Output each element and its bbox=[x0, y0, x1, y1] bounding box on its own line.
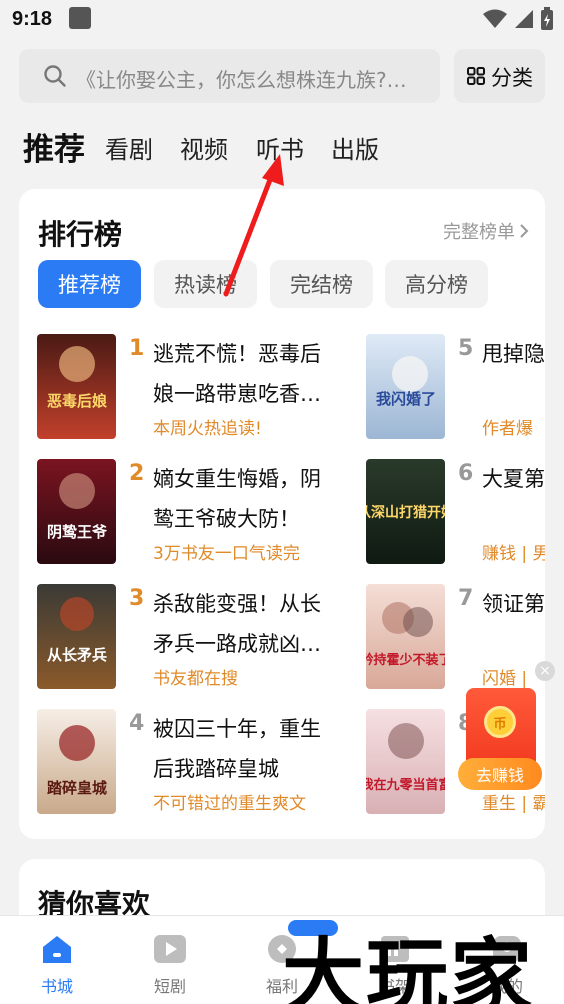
nav-short-drama[interactable]: 短剧 bbox=[125, 916, 215, 1004]
nav-label: 书城 bbox=[40, 977, 73, 996]
coin-icon: 币 bbox=[484, 706, 516, 738]
nav-label: 短剧 bbox=[153, 977, 186, 996]
earn-money-button[interactable]: 去赚钱 bbox=[458, 758, 542, 790]
annotation-arrow bbox=[223, 154, 284, 297]
play-icon bbox=[154, 935, 186, 963]
nav-bookstore[interactable]: 书城 bbox=[12, 916, 102, 1004]
watermark: 大玩家 bbox=[282, 929, 535, 1004]
close-icon[interactable]: × bbox=[535, 661, 555, 681]
earn-money-float[interactable]: 币 去赚钱 bbox=[458, 682, 542, 792]
home-icon bbox=[43, 936, 71, 963]
